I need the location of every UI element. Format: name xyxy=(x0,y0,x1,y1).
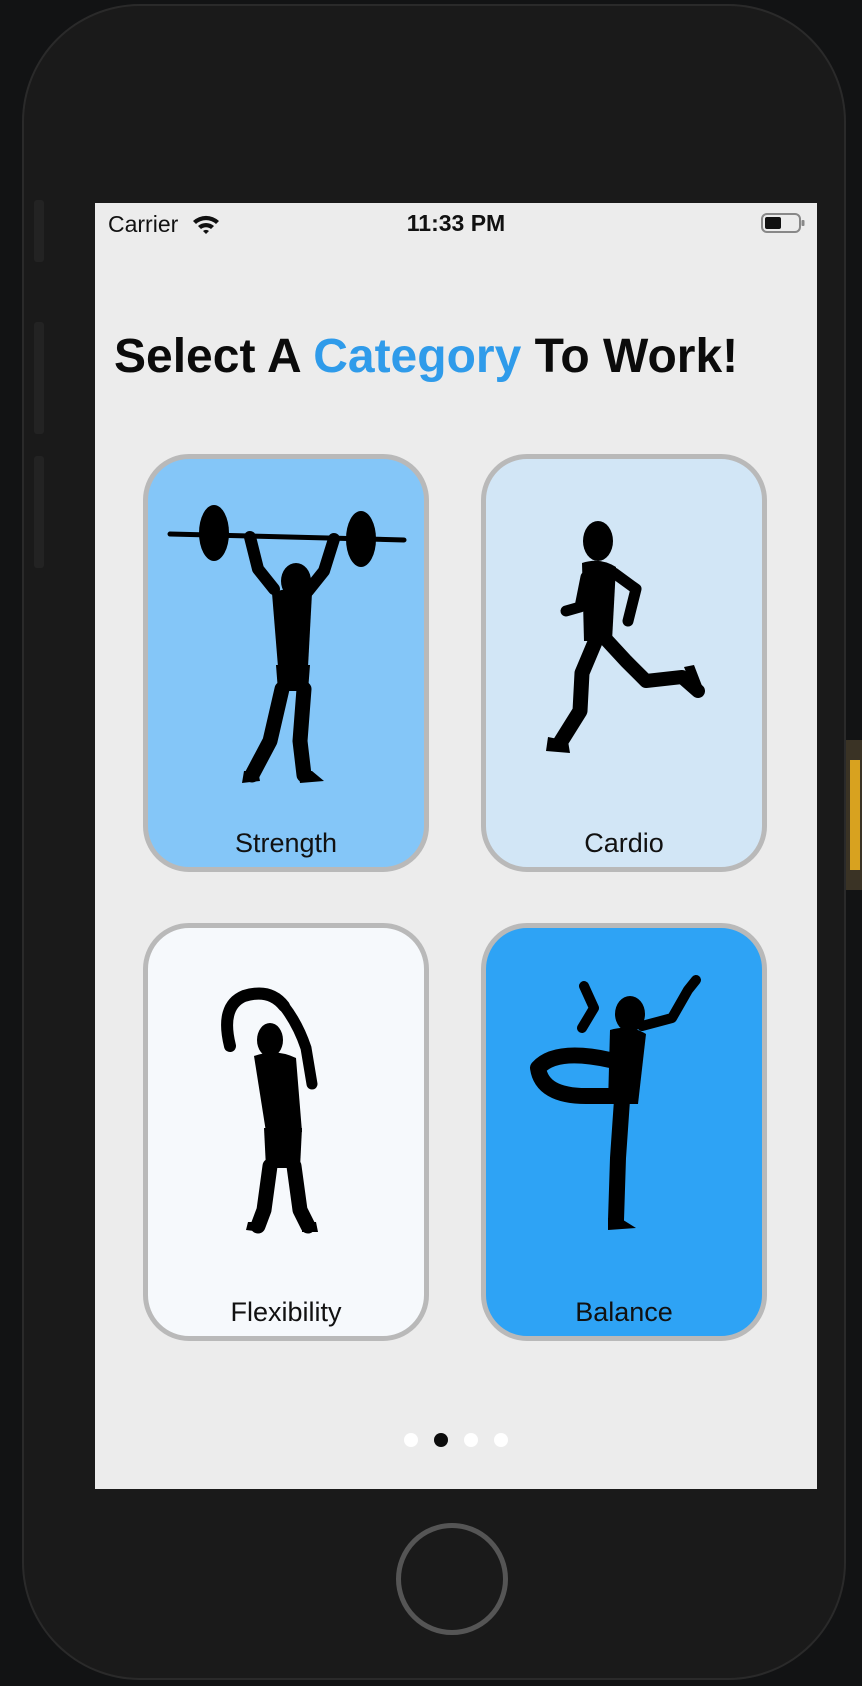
category-label: Strength xyxy=(234,828,338,858)
page-indicator[interactable] xyxy=(95,1433,817,1447)
volume-up-button xyxy=(34,322,44,434)
page-dot-active[interactable] xyxy=(434,1433,448,1447)
category-label: Balance xyxy=(575,1297,673,1327)
page-dot[interactable] xyxy=(494,1433,508,1447)
page-dot[interactable] xyxy=(404,1433,418,1447)
page-dot[interactable] xyxy=(464,1433,478,1447)
status-bar: Carrier 11:33 PM xyxy=(95,203,817,245)
home-button[interactable] xyxy=(396,1523,508,1635)
title-highlight: Category xyxy=(313,330,522,383)
category-card-cardio[interactable]: Cardio xyxy=(481,454,767,872)
category-label: Cardio xyxy=(584,828,664,858)
weightlifter-icon xyxy=(167,505,407,783)
category-card-balance[interactable]: Balance xyxy=(481,923,767,1341)
page-title: Select A Category To Work! xyxy=(114,329,738,384)
yoga-balance-icon xyxy=(530,975,701,1230)
category-label: Flexibility xyxy=(230,1297,342,1327)
background-decoration xyxy=(850,760,860,870)
runner-icon xyxy=(546,521,705,753)
status-time: 11:33 PM xyxy=(406,210,506,236)
volume-down-button xyxy=(34,456,44,568)
phone-frame: Carrier 11:33 PM Select A Category To Wo… xyxy=(22,4,846,1680)
title-prefix: Select A xyxy=(114,330,314,383)
category-card-strength[interactable]: Strength xyxy=(143,454,429,872)
title-suffix: To Work! xyxy=(521,330,739,383)
side-stretch-icon xyxy=(221,987,318,1234)
category-card-flexibility[interactable]: Flexibility xyxy=(143,923,429,1341)
mute-switch xyxy=(34,200,44,262)
app-screen: Carrier 11:33 PM Select A Category To Wo… xyxy=(95,203,817,1489)
battery-icon xyxy=(761,213,805,233)
